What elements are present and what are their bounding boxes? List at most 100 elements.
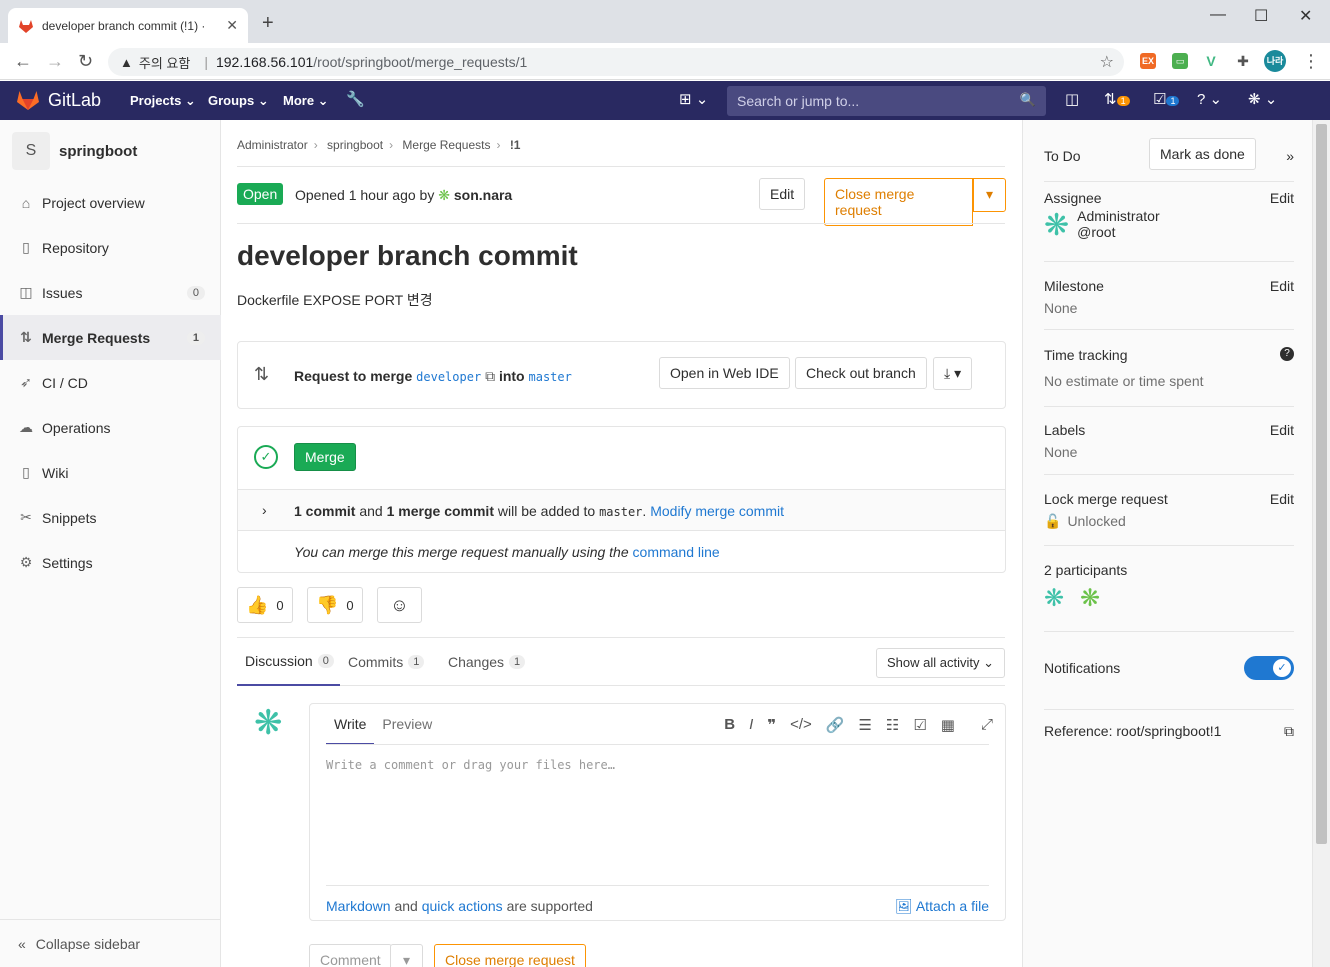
modify-merge-commit-link[interactable]: Modify merge commit — [650, 503, 784, 519]
groups-menu[interactable]: Groups ⌄ — [208, 93, 269, 109]
back-icon[interactable]: ← — [14, 51, 32, 72]
page-scrollbar[interactable] — [1312, 120, 1330, 967]
bullet-list-icon[interactable]: ☰ — [858, 716, 871, 734]
reload-icon[interactable]: ↻ — [78, 51, 93, 72]
breadcrumb-item[interactable]: springboot — [327, 138, 383, 152]
new-tab-icon[interactable]: + — [262, 12, 274, 35]
source-branch[interactable]: developer — [416, 370, 481, 384]
collapse-sidebar-button[interactable]: « Collapse sidebar — [0, 919, 221, 967]
extension-icon[interactable]: ▭ — [1172, 53, 1188, 69]
italic-icon[interactable]: I — [749, 716, 753, 734]
target-branch[interactable]: master — [529, 370, 572, 384]
help-icon[interactable]: ? ⌄ — [1197, 90, 1222, 108]
breadcrumb-item[interactable]: Administrator — [237, 138, 308, 152]
project-header[interactable]: S springboot — [12, 132, 137, 170]
chevron-right-icon[interactable]: › — [262, 502, 267, 518]
question-icon[interactable]: ? — [1280, 347, 1294, 361]
labels-edit-link[interactable]: Edit — [1270, 422, 1294, 438]
user-avatar-menu[interactable]: ❋ ⌄ — [1248, 90, 1277, 108]
milestone-edit-link[interactable]: Edit — [1270, 278, 1294, 294]
fullscreen-icon[interactable]: ⤢ — [981, 716, 993, 734]
tab-preview[interactable]: Preview — [374, 704, 440, 745]
author-name[interactable]: son.nara — [454, 187, 512, 203]
sidebar-item-ci-cd[interactable]: ➶ CI / CD — [0, 360, 221, 405]
close-dropdown-caret[interactable]: ▾ — [973, 178, 1006, 212]
sidebar-item-issues[interactable]: ◫ Issues 0 — [0, 270, 221, 315]
assignee-edit-link[interactable]: Edit — [1270, 190, 1294, 206]
notifications-toggle[interactable]: ✓ — [1244, 656, 1294, 680]
sidebar-item-repository[interactable]: ▯ Repository — [0, 225, 221, 270]
open-web-ide-button[interactable]: Open in Web IDE — [659, 357, 790, 389]
link-icon[interactable]: 🔗 — [826, 716, 845, 734]
commit-info-row[interactable]: › 1 commit and 1 merge commit will be ad… — [238, 489, 1005, 531]
merge-requests-icon[interactable]: ⇅ 1 — [1104, 90, 1130, 108]
warning-icon[interactable]: ▲ — [120, 55, 133, 70]
participant-avatar[interactable]: ❋ — [1044, 584, 1064, 613]
close-merge-request-button[interactable]: Close merge request — [824, 178, 973, 226]
security-warning-label[interactable]: 주의 요함 — [139, 53, 190, 72]
quote-icon[interactable]: ❞ — [767, 716, 776, 734]
projects-menu[interactable]: Projects ⌄ — [130, 93, 196, 109]
gitlab-logo[interactable]: GitLab — [16, 89, 101, 111]
tab-write[interactable]: Write — [326, 704, 375, 745]
markdown-link[interactable]: Markdown — [326, 898, 391, 914]
tab-changes[interactable]: Changes 1 — [448, 638, 526, 686]
attach-file-link[interactable]: 🖼 Attach a file — [895, 898, 989, 915]
edit-button[interactable]: Edit — [759, 178, 806, 210]
check-out-branch-button[interactable]: Check out branch — [795, 357, 927, 389]
minimize-icon[interactable]: — — [1210, 6, 1226, 24]
bookmark-star-icon[interactable]: ☆ — [1100, 52, 1114, 72]
thumbs-down-button[interactable]: 👎 0 — [307, 587, 363, 623]
todos-icon[interactable]: ☑ 1 — [1153, 90, 1180, 108]
close-tab-icon[interactable]: ✕ — [226, 17, 238, 34]
download-dropdown[interactable]: ⤓ ▾ — [933, 357, 973, 390]
thumbs-up-button[interactable]: 👍 0 — [237, 587, 293, 623]
copy-icon[interactable]: ⧉ — [485, 368, 495, 384]
sidebar-item-settings[interactable]: ⚙ Settings — [0, 540, 221, 585]
wrench-icon[interactable]: 🔧 — [346, 90, 365, 108]
browser-menu-icon[interactable]: ⋮ — [1302, 51, 1320, 72]
issues-icon[interactable]: ◫ — [1065, 90, 1079, 108]
comment-button[interactable]: Comment — [309, 944, 392, 967]
numbered-list-icon[interactable]: ☷ — [886, 716, 899, 734]
sidebar-item-merge-requests[interactable]: ⇅ Merge Requests 1 — [0, 315, 221, 360]
show-all-activity-dropdown[interactable]: Show all activity ⌄ — [876, 648, 1005, 678]
comment-dropdown-caret[interactable]: ▾ — [390, 944, 423, 967]
sidebar-item-operations[interactable]: ☁ Operations — [0, 405, 221, 450]
browser-tab[interactable]: developer branch commit (!1) · ✕ — [8, 8, 248, 43]
participant-avatar[interactable]: ❋ — [1080, 584, 1100, 613]
copy-reference-icon[interactable]: ⧉ — [1284, 723, 1294, 740]
lock-edit-link[interactable]: Edit — [1270, 491, 1294, 507]
add-reaction-button[interactable]: ☺ — [377, 587, 422, 623]
tab-commits[interactable]: Commits 1 — [348, 638, 425, 686]
table-icon[interactable]: ▦ — [941, 716, 955, 734]
breadcrumb-item[interactable]: !1 — [510, 138, 521, 152]
sidebar-item-snippets[interactable]: ✂ Snippets — [0, 495, 221, 540]
maximize-icon[interactable]: ☐ — [1254, 6, 1268, 26]
forward-icon[interactable]: → — [46, 51, 64, 72]
scrollbar-thumb[interactable] — [1316, 124, 1327, 844]
vue-extension-icon[interactable]: V — [1203, 53, 1219, 69]
task-list-icon[interactable]: ☑ — [913, 716, 926, 734]
command-line-link[interactable]: command line — [633, 544, 720, 560]
new-dropdown-icon[interactable]: ⊞ ⌄ — [679, 90, 708, 108]
sidebar-item-wiki[interactable]: ▯ Wiki — [0, 450, 221, 495]
puzzle-icon[interactable]: ✚ — [1235, 53, 1251, 69]
search-input[interactable]: Search or jump to... 🔍 — [727, 86, 1046, 116]
more-menu[interactable]: More ⌄ — [283, 93, 329, 109]
breadcrumb-item[interactable]: Merge Requests — [402, 138, 490, 152]
expand-sidebar-icon[interactable]: » — [1286, 148, 1294, 164]
bold-icon[interactable]: B — [724, 716, 735, 734]
close-window-icon[interactable]: ✕ — [1299, 6, 1312, 26]
sidebar-item-project-overview[interactable]: ⌂ Project overview — [0, 180, 221, 225]
profile-avatar[interactable]: 나라 — [1264, 50, 1286, 72]
address-bar[interactable]: ▲ 주의 요함 | 192.168.56.101/root/springboot… — [108, 48, 1124, 76]
assignee-info[interactable]: ❋ Administrator @root — [1044, 208, 1160, 243]
url-text[interactable]: 192.168.56.101/root/springboot/merge_req… — [216, 54, 527, 70]
extension-icon[interactable]: EX — [1140, 53, 1156, 69]
mark-as-done-button[interactable]: Mark as done — [1149, 138, 1256, 170]
tab-discussion[interactable]: Discussion 0 — [237, 638, 340, 686]
comment-textarea[interactable]: Write a comment or drag your files here… — [326, 758, 615, 772]
quick-actions-link[interactable]: quick actions — [422, 898, 503, 914]
merge-button[interactable]: Merge — [294, 443, 356, 471]
